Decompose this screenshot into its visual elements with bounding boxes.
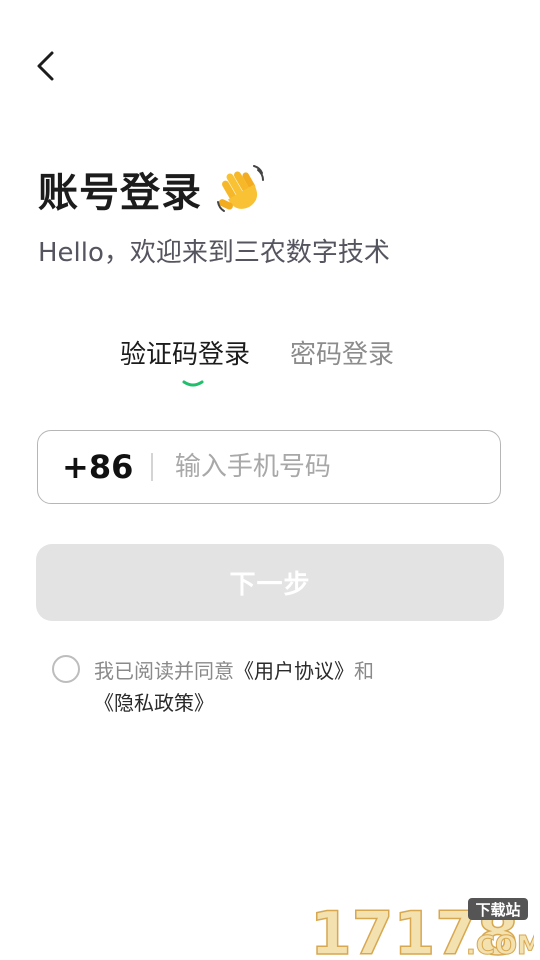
tab-label: 验证码登录 [120, 340, 251, 370]
agreement-text: 我已阅读并同意《用户协议》和《隐私政策》 [94, 655, 484, 719]
agreement-prefix: 我已阅读并同意 [94, 659, 234, 683]
user-agreement-link[interactable]: 《用户协议》 [234, 659, 354, 683]
phone-input-box: +86 [37, 430, 501, 504]
tab-sms-code-login[interactable]: 验证码登录 [120, 334, 251, 387]
agreement-checkbox[interactable] [52, 655, 80, 683]
waving-hand-icon [217, 165, 264, 212]
agreement-conjunction: 和 [354, 659, 374, 683]
welcome-subtitle: Hello，欢迎来到三农数字技术 [38, 238, 390, 268]
country-code-selector[interactable]: +86 [62, 448, 133, 486]
site-watermark-logo: 17178 下载站 .COM [309, 898, 534, 958]
svg-text:下载站: 下载站 [475, 901, 520, 919]
next-step-button[interactable]: 下一步 [36, 544, 504, 621]
tab-label: 密码登录 [290, 340, 395, 370]
svg-text:.COM: .COM [466, 931, 534, 958]
privacy-policy-link[interactable]: 《隐私政策》 [94, 691, 214, 715]
page-title: 账号登录 [38, 170, 202, 216]
chevron-left-icon [37, 51, 54, 81]
active-tab-indicator [182, 380, 204, 387]
back-button[interactable] [24, 44, 68, 88]
divider [151, 453, 153, 481]
login-tabs: 验证码登录 密码登录 [120, 334, 394, 387]
title-row: 账号登录 [38, 160, 268, 218]
agreement-row: 我已阅读并同意《用户协议》和《隐私政策》 [52, 655, 492, 719]
phone-number-input[interactable] [172, 451, 477, 483]
tab-password-login[interactable]: 密码登录 [290, 334, 394, 375]
